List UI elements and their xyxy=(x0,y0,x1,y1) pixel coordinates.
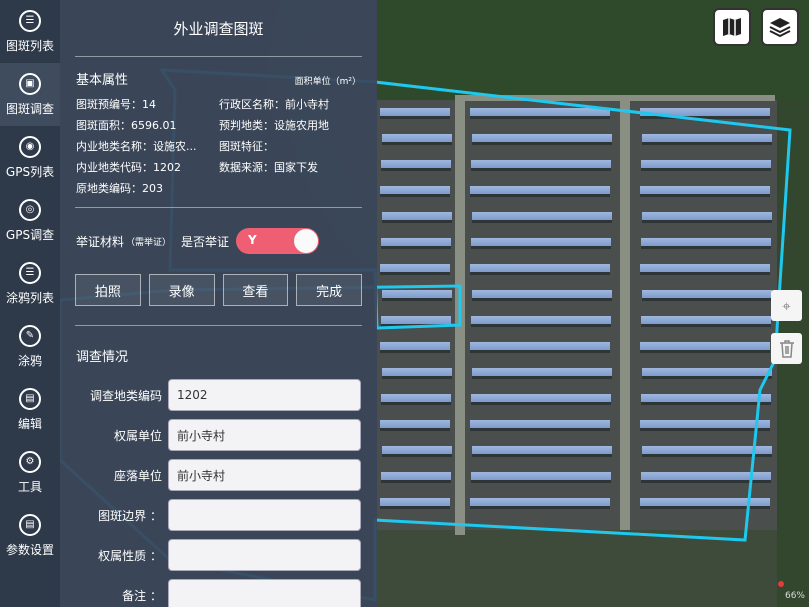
map-icon xyxy=(723,18,741,36)
doodle-icon: ✎ xyxy=(19,324,41,347)
nav-rail: ☰ 图斑列表 ▣ 图斑调查 ◉ GPS列表 ◎ GPS调查 ☰ 涂鸦列表 ✎ 涂鸦 ▤ 编辑 ⚙ 工具 ▤ 参数设… xyxy=(0,0,60,607)
form-label: 图斑边界 ： xyxy=(98,508,162,523)
form-row: 调查地类编码 1202 xyxy=(60,375,377,415)
toggle-value: Y xyxy=(248,233,257,247)
evidence-toggle[interactable]: Y xyxy=(236,228,320,254)
nav-item-label: 编辑 xyxy=(17,416,42,431)
form-label: 调查地类编码 xyxy=(89,388,162,403)
nav-item[interactable]: ⚙ 工具 xyxy=(0,441,60,504)
edit-icon: ▤ xyxy=(19,387,41,410)
form-row: 座落单位 前小寺村 xyxy=(60,455,377,495)
form-label: 座落单位 xyxy=(113,468,162,483)
form-input[interactable]: 1202 xyxy=(168,379,361,411)
zoom-level: 66% xyxy=(784,591,805,601)
attribute-item: 数据来源：国家下发 xyxy=(219,161,318,174)
attribute-item: 图斑面积：6596.01 xyxy=(76,119,177,132)
map-layer-button[interactable] xyxy=(713,8,751,46)
nav-item[interactable]: ◉ GPS列表 xyxy=(0,126,60,189)
form-input[interactable]: 前小寺村 xyxy=(168,459,361,491)
finish-button[interactable]: 完成 xyxy=(296,274,362,306)
nav-item[interactable]: ▤ 参数设置 xyxy=(0,504,60,567)
locate-button[interactable]: ⌖ xyxy=(771,290,802,321)
evidence-label: 举证材料 xyxy=(76,234,125,249)
form-row: 权属单位 前小寺村 xyxy=(60,415,377,455)
panel-title: 外业调查图斑 xyxy=(173,19,264,38)
attribute-item: 内业地类名称：设施农... xyxy=(76,140,197,153)
nav-item[interactable]: ☰ 涂鸦列表 xyxy=(0,252,60,315)
evidence-question: 是否举证 xyxy=(181,234,230,249)
form-row: 权属性质 ： xyxy=(60,535,377,575)
form-row: 图斑边界 ： xyxy=(60,495,377,535)
form-label: 备注 ： xyxy=(122,588,162,603)
attribute-item: 预判地类：设施农用地 xyxy=(219,119,329,132)
survey-form: 调查地类编码 1202 权属单位 前小寺村 座落单位 前小寺村 图斑边界 ：权属性质 ：备注… xyxy=(60,375,377,607)
attribute-list: 图斑预编号：14 行政区名称：前小寺村图斑面积：6596.01 预判地类：设施农用地… xyxy=(60,94,377,207)
layers-button[interactable] xyxy=(761,8,799,46)
trash-icon xyxy=(779,339,794,358)
gps-list-icon: ◉ xyxy=(19,135,41,158)
basic-attributes-title: 基本属性 xyxy=(76,73,129,88)
attribute-item: 内业地类代码：1202 xyxy=(76,161,181,174)
settings-icon: ▤ xyxy=(19,513,41,536)
survey-icon: ▣ xyxy=(19,72,41,95)
zoom-indicator-dot xyxy=(778,581,784,587)
attribute-item: 原地类编码：203 xyxy=(76,182,163,195)
nav-item[interactable]: ☰ 图斑列表 xyxy=(0,0,60,63)
nav-item-label: 涂鸦 xyxy=(17,353,42,368)
nav-item-label: GPS调查 xyxy=(5,227,55,242)
nav-item-label: GPS列表 xyxy=(5,164,55,179)
form-input[interactable] xyxy=(168,499,361,531)
evidence-note: （需举证） xyxy=(126,237,172,248)
attribute-item: 行政区名称：前小寺村 xyxy=(219,98,329,111)
survey-panel: 外业调查图斑 基本属性 面积单位（m²） 图斑预编号：14 行政区名称：前小寺村图… xyxy=(60,0,377,607)
nav-item[interactable]: ▣ 图斑调查 xyxy=(0,63,60,126)
gps-survey-icon: ◎ xyxy=(19,198,41,221)
action-buttons: 拍照 录像 查看 完成 xyxy=(60,274,377,325)
nav-item-label: 图斑调查 xyxy=(5,101,54,116)
evidence-row: 举证材料 （需举证） 是否举证 Y xyxy=(60,208,377,274)
attribute-item: 图斑特征： xyxy=(219,140,274,153)
tools-icon: ⚙ xyxy=(19,450,41,473)
nav-item-label: 工具 xyxy=(17,479,42,494)
nav-item-label: 参数设置 xyxy=(5,542,54,557)
nav-item-label: 涂鸦列表 xyxy=(5,290,54,305)
photo-button[interactable]: 拍照 xyxy=(75,274,141,306)
video-button[interactable]: 录像 xyxy=(148,274,215,306)
nav-item-label: 图斑列表 xyxy=(5,38,54,53)
layers-icon xyxy=(769,18,791,38)
survey-section-title: 调查情况 xyxy=(76,350,129,365)
form-input[interactable] xyxy=(168,579,361,607)
area-unit-label: 面积单位（m²） xyxy=(294,77,361,87)
list-icon: ☰ xyxy=(19,9,41,32)
form-row: 备注 ： xyxy=(60,575,377,607)
locate-icon: ⌖ xyxy=(782,296,791,315)
attribute-item: 图斑预编号：14 xyxy=(76,98,156,111)
attribute-item xyxy=(219,180,369,196)
nav-item[interactable]: ◎ GPS调查 xyxy=(0,189,60,252)
nav-item[interactable]: ✎ 涂鸦 xyxy=(0,315,60,378)
form-input[interactable]: 前小寺村 xyxy=(168,419,361,451)
form-input[interactable] xyxy=(168,539,361,571)
form-label: 权属性质 ： xyxy=(98,548,162,563)
nav-item[interactable]: ▤ 编辑 xyxy=(0,378,60,441)
toggle-knob xyxy=(294,229,319,253)
form-label: 权属单位 xyxy=(113,428,162,443)
doodle-list-icon: ☰ xyxy=(19,261,41,284)
view-button[interactable]: 查看 xyxy=(222,274,289,306)
delete-button[interactable] xyxy=(771,333,802,364)
